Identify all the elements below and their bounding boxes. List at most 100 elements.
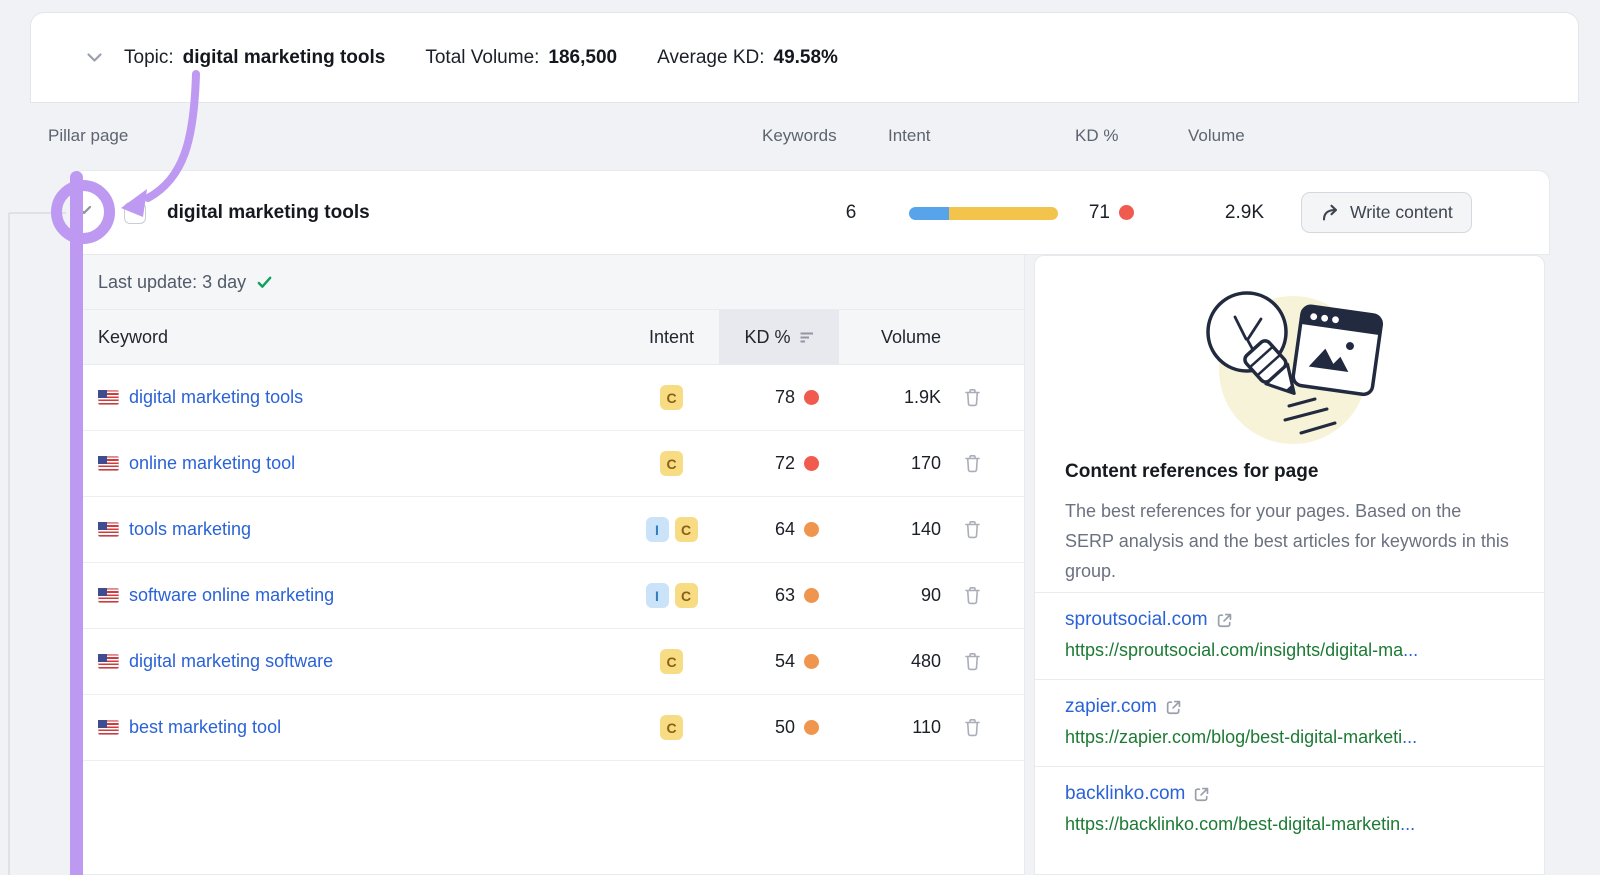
keyword-row: tools marketing I C 64 140 <box>71 497 1024 563</box>
us-flag-icon <box>98 456 119 471</box>
redirect-arrow-icon <box>1322 204 1338 221</box>
header-kd-sort[interactable]: KD % <box>719 310 839 364</box>
intent-badge-commercial: C <box>660 715 683 740</box>
kd-difficulty-dot <box>804 720 819 735</box>
delete-keyword-button[interactable] <box>964 454 981 473</box>
intent-badge-commercial: C <box>674 517 698 542</box>
kd-difficulty-dot <box>804 588 819 603</box>
keyword-text: tools marketing <box>129 519 252 539</box>
keyword-link[interactable]: best marketing tool <box>98 717 281 738</box>
delete-keyword-button[interactable] <box>964 718 981 737</box>
keyword-link[interactable]: tools marketing <box>98 519 251 540</box>
reference-url: https://backlinko.com/best-digital-marke… <box>1065 814 1416 834</box>
pillar-kd-cell: 71 <box>1031 171 1134 254</box>
header-keyword: Keyword <box>98 326 169 347</box>
write-content-button[interactable]: Write content <box>1301 192 1472 233</box>
kd-difficulty-dot <box>1119 205 1134 220</box>
intent-badge-commercial: C <box>660 451 683 476</box>
reference-domain-link[interactable]: backlinko.com <box>1065 783 1185 805</box>
sort-descending-icon <box>800 332 813 342</box>
pillar-page-title: digital marketing tools <box>167 201 370 223</box>
volume-value: 1.9K <box>903 387 941 407</box>
total-volume-value: 186,500 <box>548 46 618 68</box>
kd-difficulty-dot <box>804 654 819 669</box>
delete-keyword-button[interactable] <box>964 520 981 539</box>
volume-value: 170 <box>910 453 941 473</box>
external-link-icon <box>1195 787 1209 801</box>
topical-map-page: Topic: digital marketing tools Total Vol… <box>0 0 1600 875</box>
topic-label: Topic: <box>124 46 174 68</box>
external-link-icon <box>1166 700 1181 714</box>
reference-domain-link[interactable]: sproutsocial.com <box>1065 609 1208 631</box>
column-header-keywords: Keywords <box>762 126 837 145</box>
references-illustration <box>1205 291 1383 444</box>
keyword-text: digital marketing tools <box>129 387 304 407</box>
us-flag-icon <box>98 654 119 669</box>
pillar-kd-value: 71 <box>1088 201 1110 223</box>
pillar-keywords-count: 6 <box>845 201 857 223</box>
kd-difficulty-dot <box>804 522 819 537</box>
pillar-page-row: digital marketing tools 6 71 2.9K Write … <box>70 170 1550 255</box>
total-volume-label: Total Volume: <box>425 46 540 68</box>
delete-keyword-button[interactable] <box>964 586 981 605</box>
reference-url: https://sproutsocial.com/insights/digita… <box>1065 640 1419 660</box>
header-kd-label: KD % <box>744 326 791 347</box>
intent-badge-commercial: C <box>674 583 698 608</box>
reference-item: zapier.com https://zapier.com/blog/best-… <box>1035 679 1544 766</box>
keyword-text: software online marketing <box>129 585 335 605</box>
references-description: The best references for your pages. Base… <box>1065 501 1509 581</box>
intent-informational-segment <box>909 207 950 220</box>
external-link-icon <box>1217 613 1231 627</box>
reference-domain-link[interactable]: zapier.com <box>1065 696 1157 718</box>
keyword-table-header: Keyword Intent KD % Volume <box>71 310 1024 365</box>
header-volume: Volume <box>880 326 941 347</box>
kd-value: 72 <box>774 453 795 473</box>
volume-value: 90 <box>920 585 941 605</box>
us-flag-icon <box>98 390 119 405</box>
kd-value: 64 <box>774 519 795 539</box>
column-header-volume: Volume <box>1188 126 1245 145</box>
column-header-intent: Intent <box>888 126 931 145</box>
keyword-row: best marketing tool C 50 110 <box>71 695 1024 761</box>
content-references-panel: Content references for page The best ref… <box>1034 255 1545 875</box>
keyword-text: best marketing tool <box>129 717 282 737</box>
keyword-row: digital marketing software C 54 480 <box>71 629 1024 695</box>
topic-value: digital marketing tools <box>182 46 386 68</box>
keyword-text: digital marketing software <box>129 651 334 671</box>
intent-badge-informational: I <box>645 583 669 608</box>
column-header-kd: KD % <box>1075 126 1119 145</box>
last-update-bar: Last update: 3 day <box>71 255 1024 310</box>
column-header-pillar-page: Pillar page <box>48 126 129 145</box>
keyword-row: software online marketing I C 63 90 <box>71 563 1024 629</box>
total-volume: Total Volume: 186,500 <box>425 47 617 69</box>
reference-item: sproutsocial.com https://sproutsocial.co… <box>1035 592 1544 679</box>
write-content-label: Write content <box>1350 202 1453 222</box>
average-kd: Average KD: 49.58% <box>657 47 838 69</box>
pillar-row-checkbox[interactable] <box>124 202 146 224</box>
intent-badge-commercial: C <box>660 649 683 674</box>
delete-keyword-button[interactable] <box>964 388 981 407</box>
references-list: sproutsocial.com https://sproutsocial.co… <box>1035 592 1544 853</box>
keyword-link[interactable]: online marketing tool <box>98 453 295 474</box>
average-kd-value: 49.58% <box>773 46 838 68</box>
volume-value: 110 <box>912 717 941 737</box>
keyword-row: online marketing tool C 72 170 <box>71 431 1024 497</box>
delete-keyword-button[interactable] <box>964 652 981 671</box>
pillar-expand-chevron-icon[interactable] <box>76 205 92 215</box>
average-kd-label: Average KD: <box>657 46 765 68</box>
last-update-text: Last update: 3 day <box>98 271 247 292</box>
keyword-link[interactable]: software online marketing <box>98 585 334 606</box>
keyword-row: digital marketing tools C 78 1.9K <box>71 365 1024 431</box>
check-icon <box>257 276 272 288</box>
kd-value: 78 <box>774 387 795 407</box>
reference-url: https://zapier.com/blog/best-digital-mar… <box>1065 727 1418 747</box>
pillar-volume-value: 2.9K <box>1224 201 1264 223</box>
volume-value: 140 <box>910 519 941 539</box>
topic-collapse-chevron-icon[interactable] <box>86 52 103 63</box>
topic-header-card: Topic: digital marketing tools Total Vol… <box>30 12 1579 103</box>
kd-value: 63 <box>774 585 795 605</box>
keyword-link[interactable]: digital marketing tools <box>98 387 303 408</box>
keyword-link[interactable]: digital marketing software <box>98 651 333 672</box>
reference-item: backlinko.com https://backlinko.com/best… <box>1035 766 1544 853</box>
topic-name: Topic: digital marketing tools <box>124 47 385 69</box>
